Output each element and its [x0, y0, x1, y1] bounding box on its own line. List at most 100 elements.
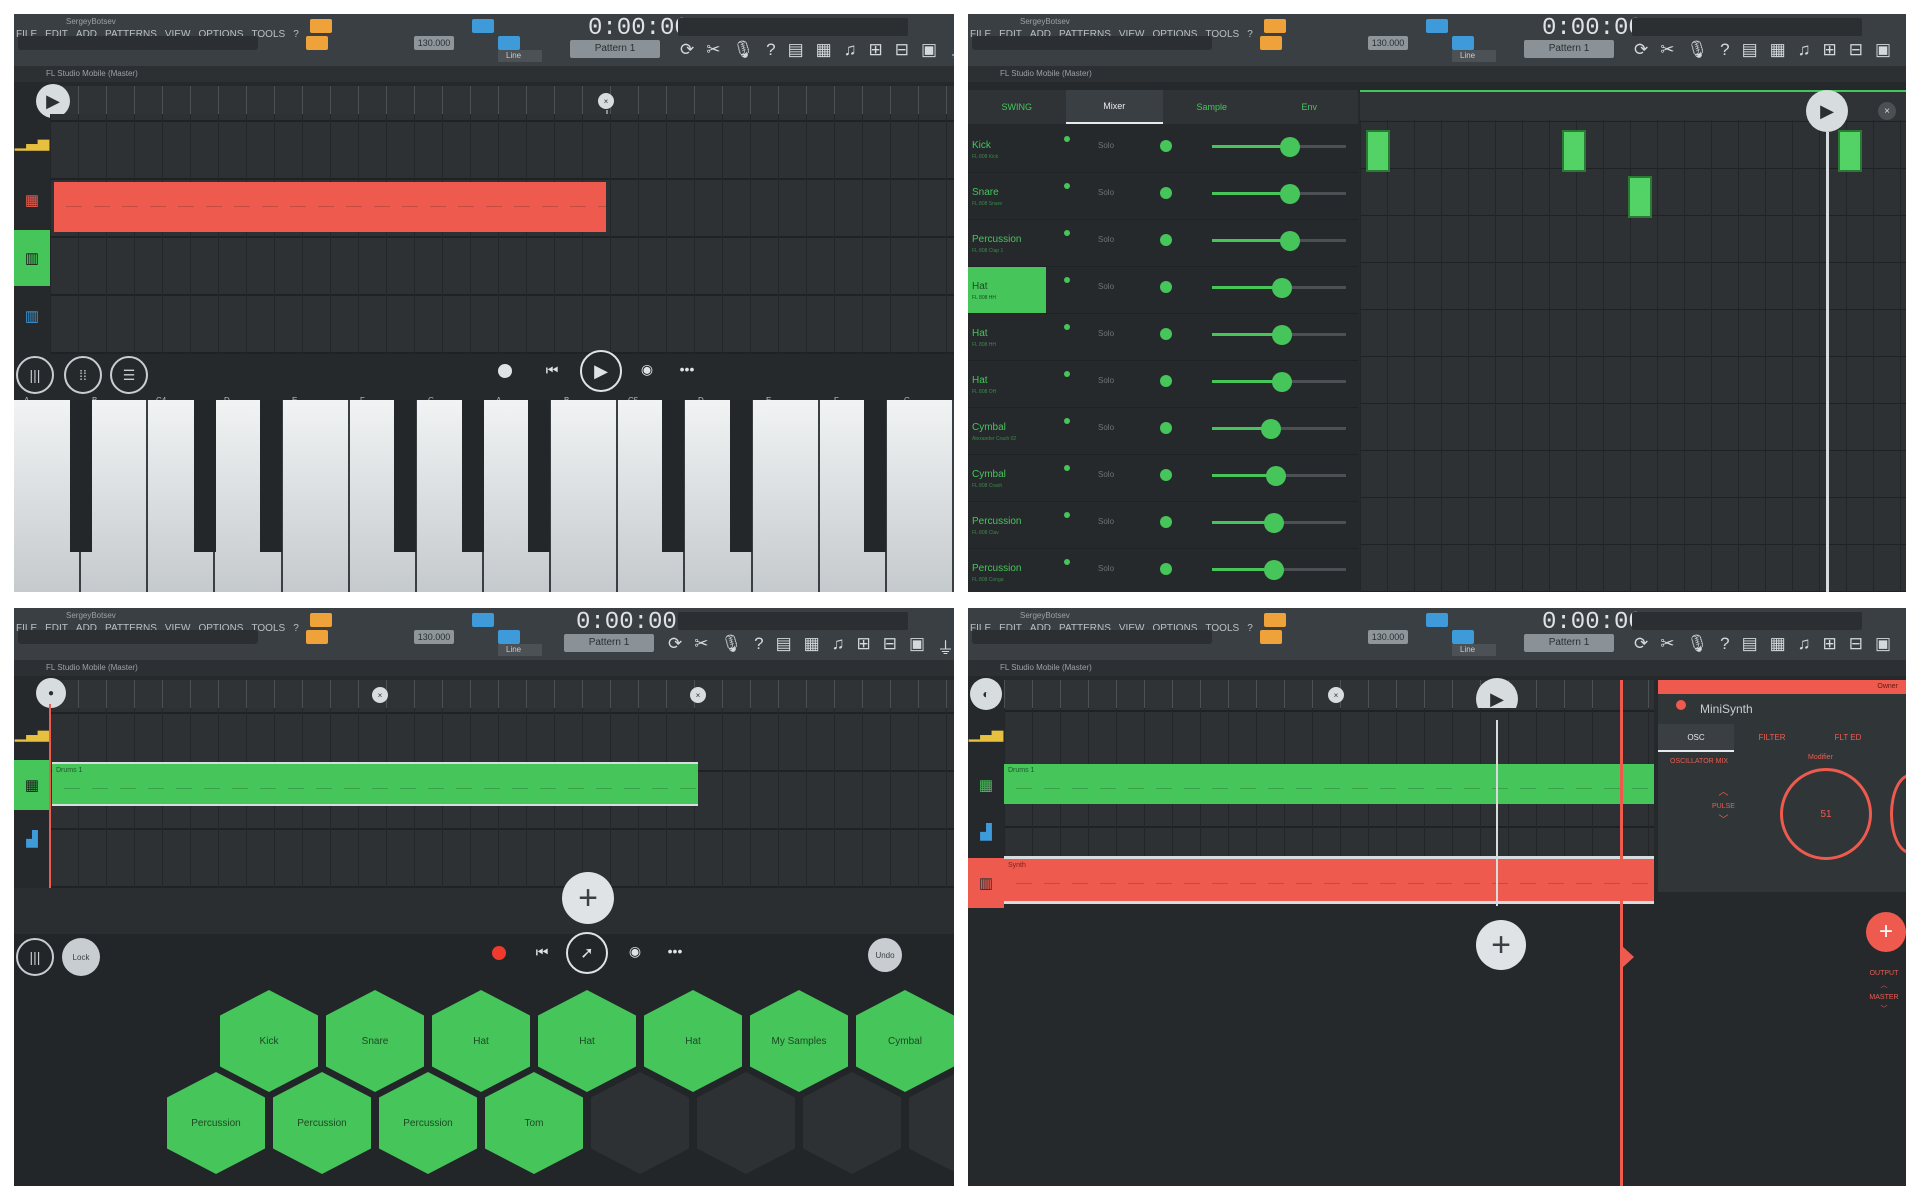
track-icon-audio[interactable]: ▁▃▅: [968, 708, 1004, 758]
undo-button[interactable]: Undo: [868, 938, 902, 972]
modifier-knob[interactable]: 51: [1780, 768, 1872, 860]
song-mode-toggle[interactable]: [306, 630, 328, 644]
piano-roll-icon[interactable]: ♫: [1798, 634, 1811, 659]
track-icon-drums[interactable]: ▦: [14, 760, 50, 810]
keyboard-view-icon[interactable]: |||: [16, 938, 54, 976]
add-icon[interactable]: +: [562, 872, 614, 924]
mute-led-icon[interactable]: [1064, 277, 1070, 283]
volume-thumb[interactable]: [1271, 372, 1292, 392]
mic-icon[interactable]: 🎙: [733, 40, 755, 65]
tab-mixer[interactable]: Mixer: [1065, 90, 1163, 124]
channel-row[interactable]: Percussion FL 808 Conga Solo: [968, 549, 1358, 592]
mute-led-icon[interactable]: [1064, 136, 1070, 142]
volume-thumb[interactable]: [1271, 325, 1292, 345]
plugin-icon[interactable]: ⊟: [883, 634, 897, 659]
record-marker-icon[interactable]: ●: [36, 678, 66, 708]
pattern-selector[interactable]: Pattern 1: [564, 634, 654, 652]
resize-divider[interactable]: [1620, 680, 1623, 1186]
drums-clip[interactable]: Drums 1: [52, 762, 698, 806]
volume-slider[interactable]: [1212, 560, 1346, 580]
timeline-ruler[interactable]: [50, 680, 954, 708]
browser-icon[interactable]: ▣: [1875, 634, 1891, 659]
piano-key[interactable]: [551, 400, 619, 592]
pattern-selector[interactable]: Pattern 1: [570, 40, 660, 58]
chevron-down-icon[interactable]: ﹀: [1862, 1004, 1906, 1016]
solo-button[interactable]: Solo: [1098, 517, 1114, 526]
piano-black-key[interactable]: [730, 400, 752, 552]
track-icon-synth[interactable]: ▦: [14, 172, 50, 228]
menu-help[interactable]: ?: [1247, 29, 1253, 40]
tempo-display[interactable]: 130.000: [414, 36, 454, 50]
tab-env[interactable]: Env: [1261, 90, 1359, 124]
help-icon[interactable]: ?: [1720, 40, 1729, 65]
tab-flt-env[interactable]: FLT ED: [1810, 724, 1886, 752]
volume-slider[interactable]: [1212, 513, 1346, 533]
loop-icon[interactable]: ⟳: [668, 634, 682, 659]
channel-row[interactable]: Hat FL 808 OH Solo: [968, 361, 1358, 408]
loop-marker[interactable]: ×: [598, 93, 614, 109]
record-icon[interactable]: [498, 364, 512, 378]
piano-roll-icon[interactable]: ♫: [832, 634, 845, 659]
snap-toggle[interactable]: [498, 630, 520, 644]
volume-slider[interactable]: [1212, 278, 1346, 298]
volume-thumb[interactable]: [1271, 278, 1292, 298]
drum-view-icon[interactable]: ⁞⁞: [64, 356, 102, 394]
volume-thumb[interactable]: [1279, 231, 1300, 251]
piano-black-key[interactable]: [70, 400, 92, 552]
channel-name[interactable]: Percussion: [972, 516, 1021, 527]
plugin-icon[interactable]: ⊟: [895, 40, 909, 65]
piano-keyboard[interactable]: [14, 400, 954, 592]
more-icon[interactable]: •••: [674, 360, 700, 378]
add-icon[interactable]: +: [1476, 920, 1526, 970]
tool-orange[interactable]: [1264, 19, 1286, 33]
play-icon[interactable]: ▶: [1806, 90, 1848, 132]
volume-thumb[interactable]: [1266, 466, 1287, 486]
channel-rack-icon[interactable]: ▦: [1770, 634, 1786, 659]
piano-key[interactable]: [752, 400, 820, 592]
metronome-icon[interactable]: ◉: [638, 360, 656, 378]
help-icon[interactable]: ?: [1720, 634, 1729, 659]
piano-black-key[interactable]: [528, 400, 550, 552]
plugin-icon[interactable]: ⊟: [1849, 40, 1863, 65]
browser-icon[interactable]: ▣: [921, 40, 937, 65]
volume-thumb[interactable]: [1263, 513, 1284, 533]
channel-row[interactable]: Percussion FL 808 Clav Solo: [968, 502, 1358, 549]
tool-orange[interactable]: [310, 19, 332, 33]
track-icon-drums[interactable]: ▦: [968, 760, 1004, 810]
record-icon[interactable]: [492, 946, 506, 960]
playlist-icon[interactable]: ▤: [1742, 634, 1758, 659]
piano-key[interactable]: [886, 400, 954, 592]
piano-roll-icon[interactable]: ♫: [1798, 40, 1811, 65]
track-icon-keys[interactable]: ▥: [14, 288, 50, 344]
playlist-grid[interactable]: [50, 114, 954, 354]
help-icon[interactable]: ?: [766, 40, 775, 65]
snap-toggle[interactable]: [498, 36, 520, 50]
piano-black-key[interactable]: [462, 400, 484, 552]
pan-knob[interactable]: [1160, 469, 1172, 481]
snap-select[interactable]: Line: [498, 50, 542, 62]
cut-icon[interactable]: ✂: [706, 40, 720, 65]
channel-row[interactable]: Hat FL 808 HH Solo: [968, 267, 1358, 314]
tempo-display[interactable]: 130.000: [1368, 630, 1408, 644]
loop-icon[interactable]: ⟳: [1634, 40, 1648, 65]
volume-slider[interactable]: [1212, 325, 1346, 345]
browser-icon[interactable]: ▣: [1875, 40, 1891, 65]
collapse-arrow-icon[interactable]: [1622, 946, 1634, 968]
mute-led-icon[interactable]: [1064, 324, 1070, 330]
channel-name[interactable]: Cymbal: [972, 469, 1006, 480]
snap-select[interactable]: Line: [1452, 644, 1496, 656]
volume-thumb[interactable]: [1279, 184, 1300, 204]
playlist-icon[interactable]: ▤: [788, 40, 804, 65]
mute-led-icon[interactable]: [1064, 559, 1070, 565]
plug-icon[interactable]: ⏚: [1903, 40, 1906, 65]
cut-icon[interactable]: ✂: [694, 634, 708, 659]
second-knob[interactable]: [1890, 774, 1906, 854]
tab-sample[interactable]: Sample: [1163, 90, 1261, 124]
pan-knob[interactable]: [1160, 328, 1172, 340]
pattern-selector[interactable]: Pattern 1: [1524, 40, 1614, 58]
mute-led-icon[interactable]: [1064, 418, 1070, 424]
close-icon[interactable]: ×: [1878, 102, 1896, 120]
output-routing[interactable]: OUTPUT ︿ MASTER ﹀: [1862, 968, 1906, 1016]
pan-knob[interactable]: [1160, 516, 1172, 528]
snap-select[interactable]: Line: [1452, 50, 1496, 62]
